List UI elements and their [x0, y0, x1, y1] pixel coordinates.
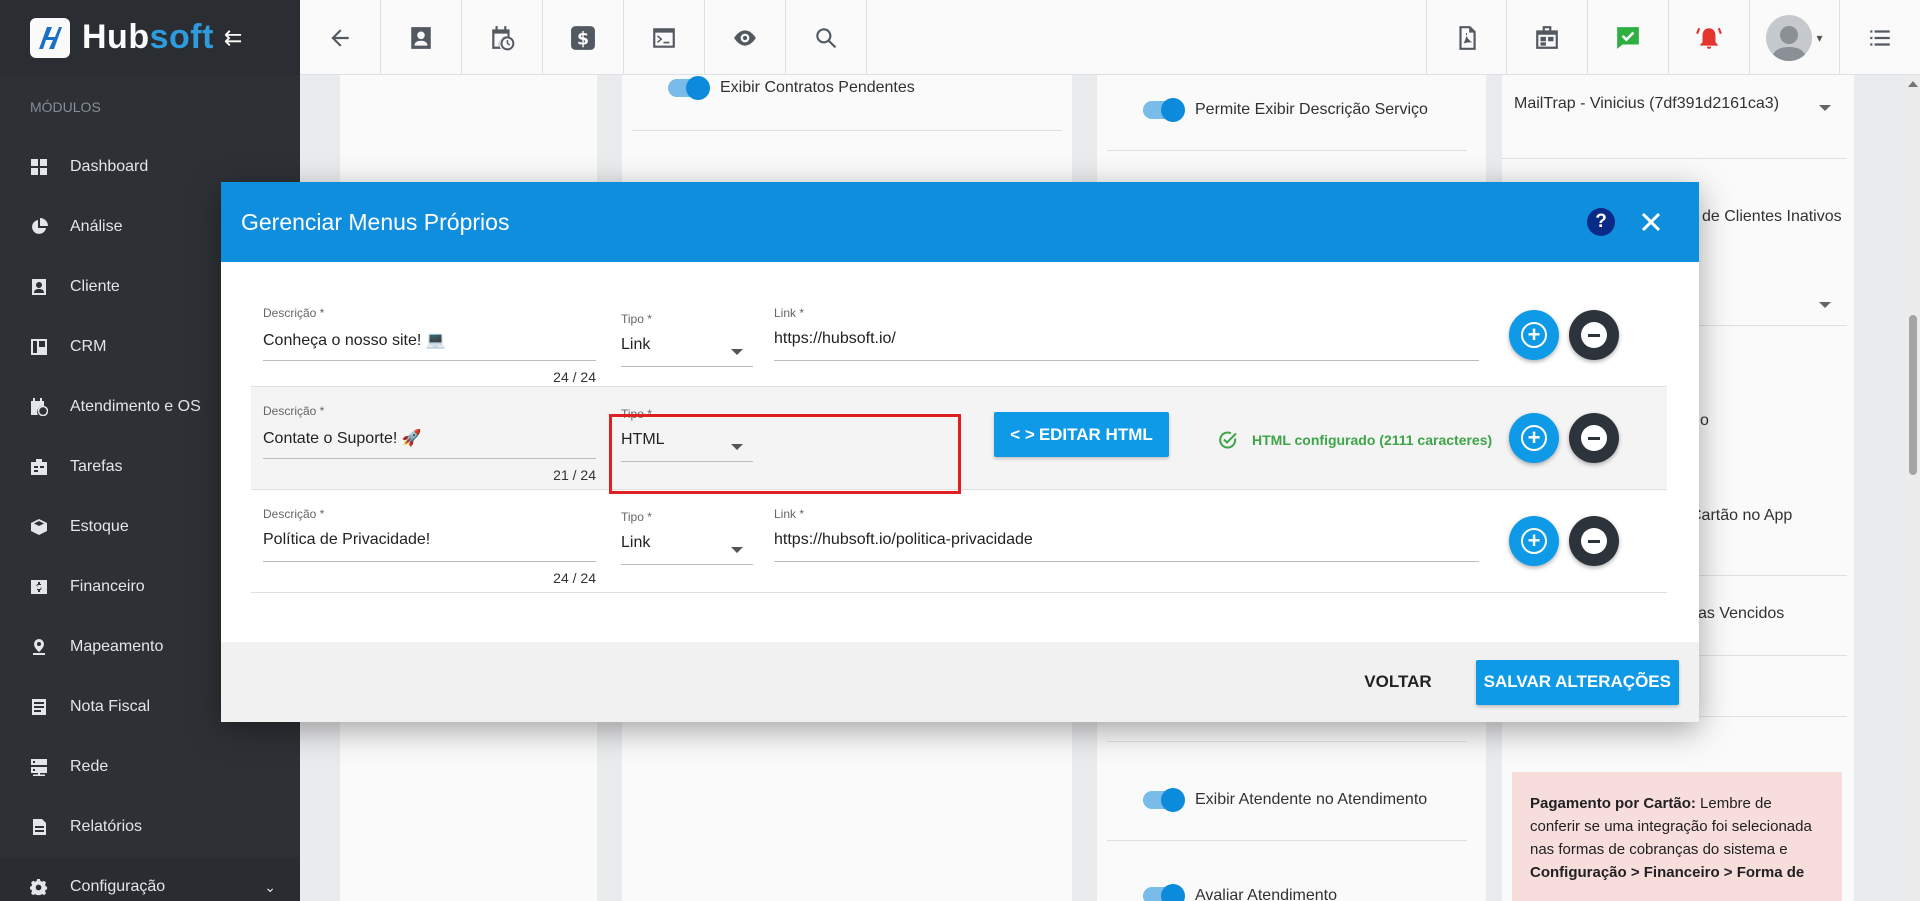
description-field[interactable]: Descrição * Conheça o nosso site! 💻 24 /… — [263, 306, 596, 385]
plus-icon: + — [1521, 425, 1547, 451]
html-status: HTML configurado (2111 caracteres) — [1218, 430, 1492, 450]
modal-title: Gerenciar Menus Próprios — [241, 208, 510, 235]
check-circle-icon — [1219, 431, 1237, 449]
remove-row-button[interactable] — [1569, 310, 1619, 360]
link-field[interactable]: Link * https://hubsoft.io/politica-priva… — [774, 507, 1479, 562]
modal-body: Descrição * Conheça o nosso site! 💻 24 /… — [221, 262, 1699, 824]
edit-html-label: EDITAR HTML — [1038, 424, 1153, 444]
description-field[interactable]: Descrição * Contate o Suporte! 🚀 21 / 24 — [263, 404, 596, 483]
caret-down-icon — [731, 349, 743, 355]
char-counter: 24 / 24 — [553, 369, 596, 385]
char-counter: 24 / 24 — [553, 570, 596, 586]
add-row-button[interactable]: + — [1509, 310, 1559, 360]
menu-row: Descrição * Política de Privacidade! 24 … — [251, 490, 1667, 593]
edit-html-button[interactable]: < > EDITAR HTML — [994, 412, 1169, 457]
highlight-box — [609, 414, 961, 494]
link-field[interactable]: Link * https://hubsoft.io/ — [774, 306, 1479, 361]
remove-row-button[interactable] — [1569, 413, 1619, 463]
field-label: Link * — [774, 306, 805, 320]
field-value: Conheça o nosso site! 💻 — [263, 332, 446, 349]
field-label: Descrição * — [263, 404, 325, 418]
field-label: Tipo * — [621, 510, 652, 524]
field-underline — [774, 561, 1479, 562]
field-value: Link — [621, 534, 651, 551]
add-row-button[interactable]: + — [1509, 516, 1559, 566]
add-row-button[interactable]: + — [1509, 413, 1559, 463]
code-icon: < > — [1010, 424, 1035, 444]
save-changes-button[interactable]: SALVAR ALTERAÇÕES — [1475, 659, 1679, 705]
remove-row-button[interactable] — [1569, 516, 1619, 566]
field-value: Link — [621, 336, 651, 353]
minus-icon — [1581, 528, 1607, 554]
field-value: https://hubsoft.io/ — [774, 330, 896, 347]
field-underline — [621, 564, 753, 565]
field-underline — [263, 360, 596, 361]
field-label: Descrição * — [263, 306, 325, 320]
type-select[interactable]: Tipo * Link — [621, 510, 753, 565]
menu-row: Descrição * Conheça o nosso site! 💻 24 /… — [251, 284, 1667, 387]
field-value: Política de Privacidade! — [263, 531, 431, 548]
field-label: Link * — [774, 507, 805, 521]
field-label: Tipo * — [621, 312, 652, 326]
caret-down-icon — [731, 547, 743, 553]
description-field[interactable]: Descrição * Política de Privacidade! 24 … — [263, 507, 596, 586]
minus-icon — [1581, 322, 1607, 348]
help-icon[interactable]: ? — [1587, 208, 1615, 236]
field-value: https://hubsoft.io/politica-privacidade — [774, 531, 1033, 548]
plus-icon: + — [1521, 322, 1547, 348]
type-select[interactable]: Tipo * Link — [621, 312, 753, 367]
char-counter: 21 / 24 — [553, 467, 596, 483]
field-underline — [621, 366, 753, 367]
plus-icon: + — [1521, 528, 1547, 554]
html-status-text: HTML configurado (2111 caracteres) — [1252, 432, 1493, 448]
modal-header: Gerenciar Menus Próprios ? — [221, 182, 1699, 262]
minus-icon — [1581, 425, 1607, 451]
modal-footer: VOLTAR SALVAR ALTERAÇÕES — [221, 642, 1699, 722]
close-icon[interactable] — [1637, 208, 1665, 236]
back-button[interactable]: VOLTAR — [1364, 672, 1431, 692]
field-underline — [774, 360, 1479, 361]
field-label: Descrição * — [263, 507, 325, 521]
field-underline — [263, 458, 596, 459]
field-underline — [263, 561, 596, 562]
field-value: Contate o Suporte! 🚀 — [263, 430, 422, 447]
